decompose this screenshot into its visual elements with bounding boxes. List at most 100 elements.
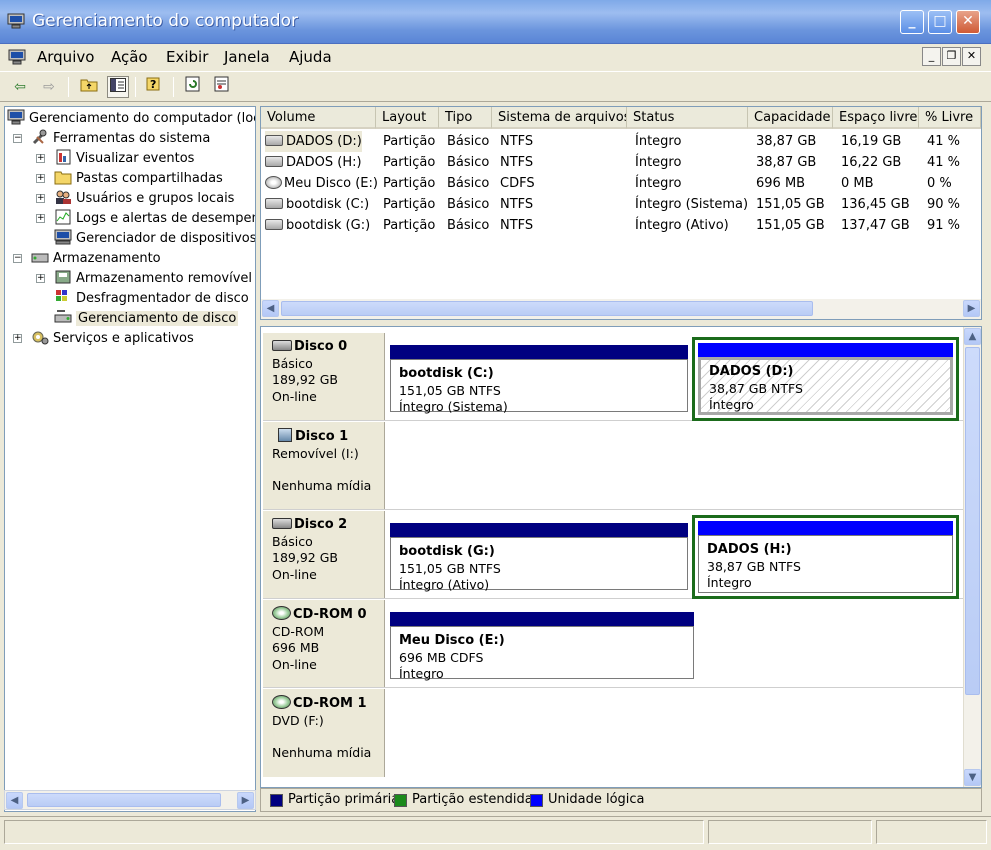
child-close-button[interactable]: ✕ [962,47,981,66]
table-row[interactable]: DADOS (D:) Partição Básico NTFS Íntegro … [261,131,981,152]
scroll-thumb[interactable] [281,301,813,316]
disk-info[interactable]: CD-ROM 0 CD-ROM 696 MB On-line [263,600,385,687]
scroll-down-icon[interactable]: ▼ [964,769,981,786]
tree-root[interactable]: Gerenciamento do computador (local [7,109,255,128]
column-header-tipo[interactable]: Tipo [439,107,492,129]
volume-list: Volume Layout Tipo Sistema de arquivos S… [260,106,982,320]
tree-item-ferramentas[interactable]: Ferramentas do sistema [31,129,210,148]
status-cell: Íntegro [635,155,682,170]
menu-acao[interactable]: Ação [111,48,148,66]
menu-janela[interactable]: Janela [224,48,270,66]
scroll-right-icon[interactable]: ▶ [237,792,254,809]
volume-list-horizontal-scrollbar[interactable]: ◀ ▶ [261,299,981,319]
status-cell: Íntegro (Sistema) [635,197,749,212]
collapse-icon[interactable]: − [13,254,22,263]
refresh-icon[interactable] [182,76,204,98]
tree-horizontal-scrollbar[interactable]: ◀ ▶ [4,790,256,810]
partition-selected[interactable]: DADOS (D:) 38,87 GB NTFS Íntegro [692,337,959,421]
tree-item-gerenciamento-disco[interactable]: Gerenciamento de disco [54,309,239,328]
tree-item-armazenamento-removivel[interactable]: Armazenamento removível [54,269,252,288]
disk-info[interactable]: CD-ROM 1 DVD (F:) Nenhuma mídia [263,689,385,777]
hard-disk-icon [272,340,292,351]
column-header-percent-livre[interactable]: % Livre [919,107,981,129]
menu-exibir[interactable]: Exibir [166,48,208,66]
table-row[interactable]: bootdisk (G:) Partição Básico NTFS Ínteg… [261,215,981,236]
tree-item-label: Desfragmentador de disco [76,291,249,306]
collapse-icon[interactable]: − [13,134,22,143]
fs-cell: NTFS [500,155,534,170]
forward-icon[interactable]: ⇨ [38,76,60,98]
column-header-capacidade[interactable]: Capacidade [748,107,833,129]
partition-status: Íntegro [709,397,754,412]
disk-info[interactable]: Disco 1 Removível (I:) Nenhuma mídia [263,422,385,509]
menu-arquivo[interactable]: Arquivo [37,48,94,66]
services-icon [32,331,49,345]
tree-item-armazenamento[interactable]: Armazenamento [31,249,161,268]
console-icon[interactable] [8,49,26,65]
partition-extended[interactable]: DADOS (H:) 38,87 GB NTFS Íntegro [692,515,959,599]
expand-icon[interactable]: + [36,174,45,183]
properties-icon[interactable] [211,76,233,98]
tree-item-logs[interactable]: Logs e alertas de desempenh [54,209,255,228]
disk-status: Nenhuma mídia [272,478,372,493]
percent-free-cell: 0 % [927,176,952,191]
expand-icon[interactable]: + [36,194,45,203]
expand-icon[interactable]: + [36,274,45,283]
disk-type: Básico [272,355,313,371]
close-button[interactable]: ✕ [956,10,980,34]
expand-icon[interactable]: + [36,214,45,223]
maximize-button[interactable]: □ [928,10,952,34]
disk-row[interactable]: CD-ROM 0 CD-ROM 696 MB On-line Meu Disco… [263,600,963,688]
expand-icon[interactable]: + [36,154,45,163]
scroll-right-icon[interactable]: ▶ [963,300,980,317]
column-header-status[interactable]: Status [627,107,748,129]
capacity-cell: 38,87 GB [756,155,817,170]
scroll-thumb[interactable] [27,793,221,807]
partition-primary[interactable]: bootdisk (C:) 151,05 GB NTFS Íntegro (Si… [386,333,692,420]
show-hide-tree-icon[interactable] [107,76,129,98]
disk-info[interactable]: Disco 0 Básico 189,92 GB On-line [263,333,385,420]
tree-item-usuarios[interactable]: Usuários e grupos locais [54,189,234,208]
child-minimize-button[interactable]: _ [922,47,941,66]
column-header-sistema-arquivos[interactable]: Sistema de arquivos [492,107,627,129]
table-row[interactable]: DADOS (H:) Partição Básico NTFS Íntegro … [261,152,981,173]
child-restore-button[interactable]: ❐ [942,47,961,66]
column-header-volume[interactable]: Volume [261,107,376,129]
table-row[interactable]: bootdisk (C:) Partição Básico NTFS Ínteg… [261,194,981,215]
disk-row[interactable]: Disco 2 Básico 189,92 GB On-line bootdis… [263,511,963,599]
up-folder-icon[interactable] [78,76,100,98]
expand-icon[interactable]: + [13,334,22,343]
disk-status: On-line [272,566,317,582]
scroll-up-icon[interactable]: ▲ [964,328,981,345]
table-row[interactable]: Meu Disco (E:) Partição Básico CDFS Ínte… [261,173,981,194]
drive-icon [265,135,283,146]
minimize-button[interactable]: _ [900,10,924,34]
disk-view-vertical-scrollbar[interactable]: ▲ ▼ [963,327,981,787]
partition-primary[interactable]: Meu Disco (E:) 696 MB CDFS Íntegro [386,600,698,687]
partition-bar [390,345,688,359]
status-pane-main [4,820,704,844]
menu-ajuda[interactable]: Ajuda [289,48,332,66]
tree-item-desfragmentador[interactable]: Desfragmentador de disco [54,289,249,308]
disk-info[interactable]: Disco 2 Básico 189,92 GB On-line [263,511,385,598]
tipo-cell: Básico [447,218,490,233]
partition-primary[interactable]: bootdisk (G:) 151,05 GB NTFS Íntegro (At… [386,511,692,598]
scroll-left-icon[interactable]: ◀ [6,792,23,809]
drive-icon [265,156,283,167]
tree-item-pastas[interactable]: Pastas compartilhadas [54,169,223,188]
tree-item-servicos[interactable]: Serviços e aplicativos [31,329,194,348]
scroll-left-icon[interactable]: ◀ [262,300,279,317]
tree-item-gerenciador-dispositivos[interactable]: Gerenciador de dispositivos [54,229,255,248]
status-bar [0,816,991,850]
legend-label: Partição primária [288,792,400,807]
scroll-thumb[interactable] [965,347,980,695]
tree-item-visualizar-eventos[interactable]: Visualizar eventos [54,149,194,168]
back-icon[interactable]: ⇦ [9,76,31,98]
column-header-layout[interactable]: Layout [376,107,439,129]
column-header-espaco-livre[interactable]: Espaço livre [833,107,919,129]
disk-row[interactable]: Disco 1 Removível (I:) Nenhuma mídia [263,422,963,510]
help-icon[interactable]: ? [144,76,166,98]
disk-row[interactable]: Disco 0 Básico 189,92 GB On-line bootdis… [263,333,963,421]
disk-row[interactable]: CD-ROM 1 DVD (F:) Nenhuma mídia [263,689,963,777]
removable-storage-icon [55,270,71,284]
